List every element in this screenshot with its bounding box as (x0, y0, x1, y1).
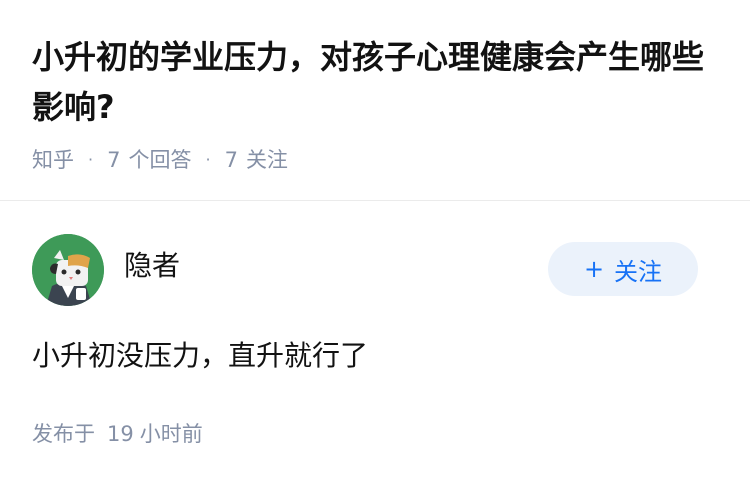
answer-count-label[interactable]: 个回答 (128, 138, 191, 182)
meta-separator: · (88, 150, 94, 169)
section-divider (0, 200, 750, 201)
answer-content[interactable]: 小升初没压力，直升就行了 (32, 334, 368, 378)
author-name[interactable]: 隐者 (124, 246, 180, 286)
publish-time-value: 19 (107, 422, 134, 446)
question-title[interactable]: 小升初的学业压力，对孩子心理健康会产生哪些影响? (32, 32, 722, 132)
follow-button-label: 关注 (614, 257, 663, 286)
cat-avatar-icon[interactable] (32, 234, 104, 306)
answer-author-row: 隐者 + 关注 (32, 234, 698, 306)
plus-icon: + (583, 255, 605, 283)
question-meta: 知乎 · 7 个回答 · 7 关注 (32, 138, 722, 182)
answer-publish-time: 发布于 19 小时前 (32, 414, 203, 454)
meta-separator: · (205, 150, 211, 169)
follow-author-button[interactable]: + 关注 (548, 242, 698, 296)
source-label[interactable]: 知乎 (32, 138, 74, 182)
follow-count-label[interactable]: 关注 (246, 138, 288, 182)
question-header: 小升初的学业压力，对孩子心理健康会产生哪些影响? 知乎 · 7 个回答 · 7 … (32, 32, 722, 182)
publish-prefix: 发布于 (32, 422, 95, 446)
answer-count[interactable]: 7 (107, 138, 120, 182)
follow-count[interactable]: 7 (225, 138, 238, 182)
publish-time-unit: 小时前 (139, 422, 203, 446)
